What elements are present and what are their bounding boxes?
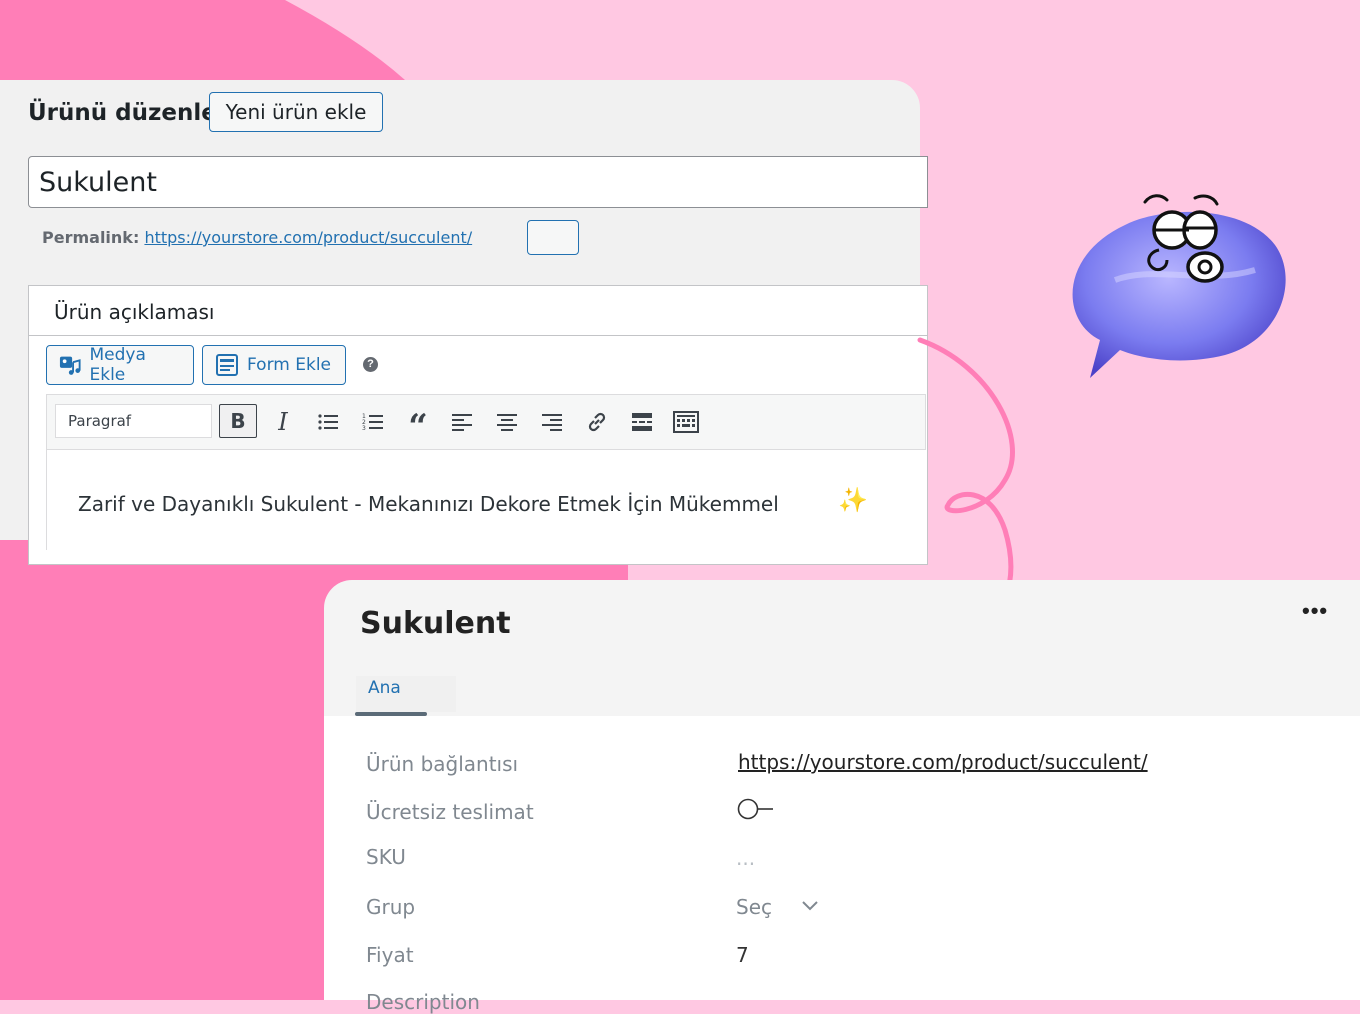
read-more-icon[interactable] (627, 407, 657, 437)
blockquote-icon[interactable]: “ (403, 407, 433, 447)
italic-icon[interactable]: I (268, 407, 298, 437)
chevron-down-icon[interactable] (800, 896, 820, 916)
field-label-link: Ürün bağlantısı (366, 752, 519, 776)
permalink-edit-button[interactable] (527, 220, 579, 255)
link-icon[interactable] (582, 407, 612, 437)
permalink-link[interactable]: https://yourstore.com/product/succulent/ (144, 228, 472, 247)
permalink: Permalink: https://yourstore.com/product… (42, 228, 472, 247)
align-right-icon[interactable] (537, 407, 567, 437)
add-form-label: Form Ekle (247, 355, 331, 375)
field-label-price: Fiyat (366, 943, 414, 967)
permalink-label: Permalink: (42, 228, 140, 247)
chat-mascot-icon (1072, 194, 1286, 378)
svg-text:3: 3 (362, 425, 366, 432)
numbered-list-icon[interactable]: 123 (358, 407, 388, 437)
product-title-input[interactable]: Sukulent (28, 156, 928, 208)
form-icon (216, 354, 238, 376)
description-title: Ürün açıklaması (54, 300, 215, 324)
editor-content-text: Zarif ve Dayanıklı Sukulent - Mekanınızı… (78, 492, 779, 516)
price-input[interactable]: 7 (736, 943, 749, 967)
field-label-sku: SKU (366, 845, 406, 869)
add-media-button[interactable]: Medya Ekle (46, 345, 194, 385)
add-new-product-button[interactable]: Yeni ürün ekle (209, 92, 383, 132)
group-select[interactable]: Seç (736, 895, 772, 919)
media-icon (59, 356, 81, 375)
divider (28, 335, 928, 336)
keyboard-icon[interactable] (671, 407, 701, 437)
sku-input[interactable]: ... (736, 846, 755, 870)
align-center-icon[interactable] (492, 407, 522, 437)
format-select[interactable]: Paragraf (55, 404, 212, 438)
add-form-button[interactable]: Form Ekle (202, 345, 346, 385)
tab-ana-label: Ana (368, 678, 401, 698)
free-delivery-toggle[interactable] (737, 798, 777, 820)
field-label-group: Grup (366, 895, 416, 919)
help-icon[interactable]: ? (363, 357, 378, 372)
product-link[interactable]: https://yourstore.com/product/succulent/ (738, 750, 1148, 774)
field-label-description: Description (366, 990, 480, 1014)
page-title: Ürünü düzenle (28, 100, 217, 126)
add-media-label: Medya Ekle (89, 345, 146, 385)
product-title: Sukulent (360, 606, 511, 641)
field-label-free-delivery: Ücretsiz teslimat (366, 800, 534, 824)
align-left-icon[interactable] (447, 407, 477, 437)
bold-icon[interactable]: B (219, 404, 257, 438)
ai-sparkle-icon[interactable]: ✨ (838, 486, 868, 515)
more-options-icon[interactable]: ••• (1302, 598, 1328, 624)
bullet-list-icon[interactable] (313, 407, 343, 437)
